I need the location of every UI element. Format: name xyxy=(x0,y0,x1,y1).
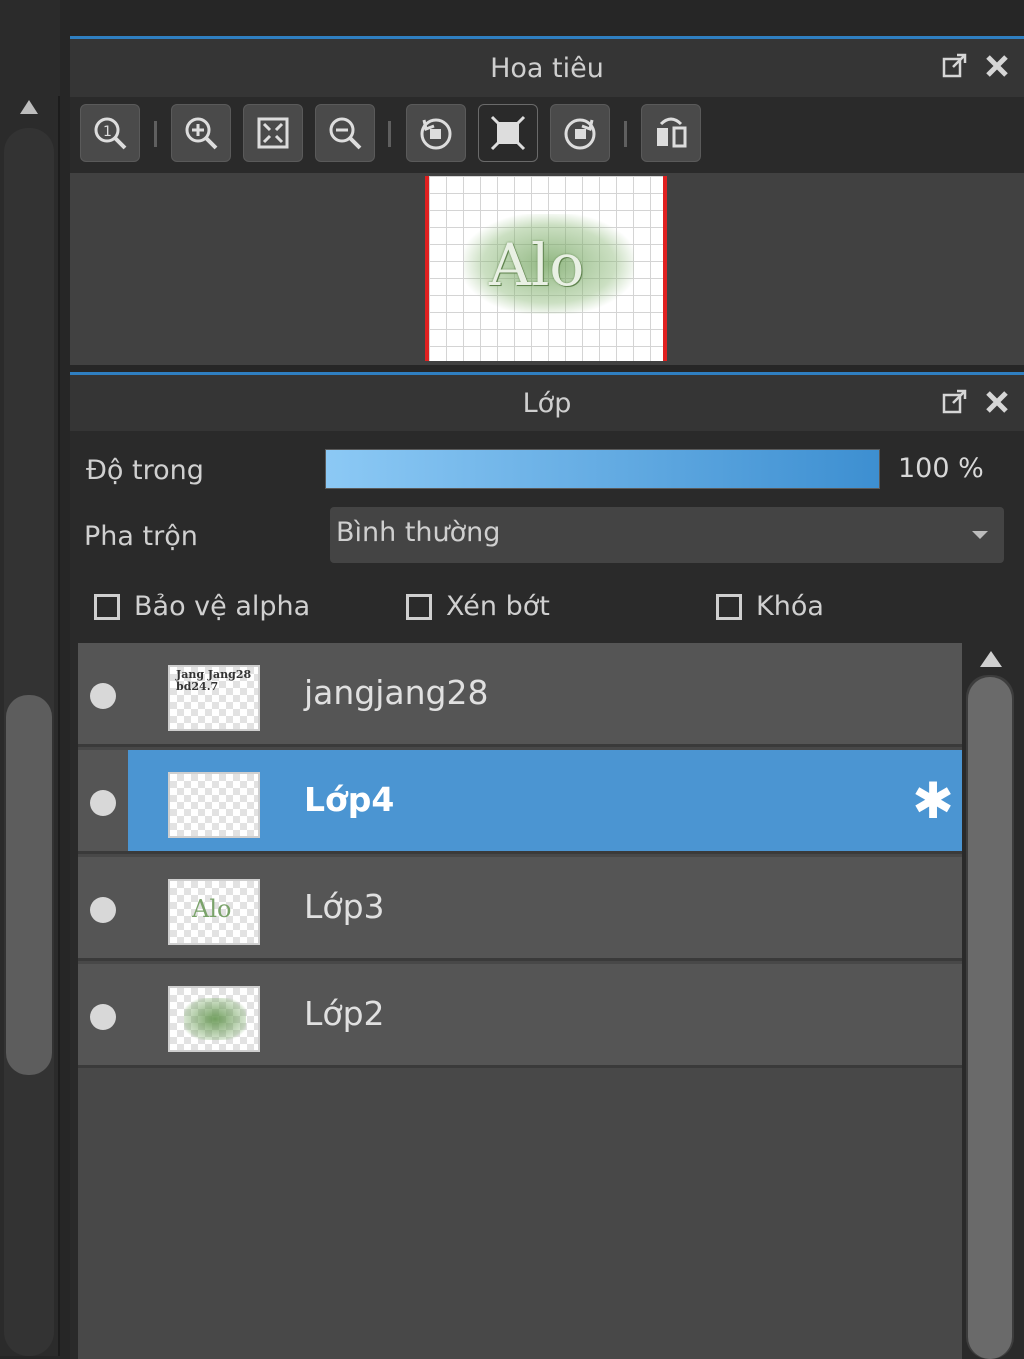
blend-mode-label: Pha trộn xyxy=(84,521,198,552)
checkbox-icon[interactable] xyxy=(716,593,742,620)
layer-list-scrollbar-thumb[interactable] xyxy=(968,677,1012,1359)
layer-thumbnail-artwork xyxy=(184,998,246,1040)
layer-name: Lớp4 xyxy=(304,780,395,819)
layer-thumbnail-text: Jang Jang28 bd24.7 xyxy=(176,668,252,693)
rotate-left-icon[interactable] xyxy=(406,104,466,162)
layer-thumbnail: Alo xyxy=(168,879,260,945)
canvas-preview[interactable]: Alo xyxy=(425,176,667,361)
clipping-label: Xén bớt xyxy=(446,591,550,622)
navigator-preview-area[interactable]: Alo xyxy=(70,176,1024,365)
visibility-dot-icon[interactable] xyxy=(90,683,116,709)
popout-icon[interactable] xyxy=(940,387,970,417)
layer-row[interactable]: Jang Jang28 bd24.7 jangjang28 xyxy=(78,643,962,747)
lock-checkbox[interactable]: Khóa xyxy=(716,591,824,622)
visibility-dot-icon[interactable] xyxy=(90,897,116,923)
zoom-in-icon[interactable] xyxy=(171,104,231,162)
layers-panel: Lớp Độ trong 100 % Pha trộn Bình thường … xyxy=(70,372,1024,1359)
visibility-dot-icon[interactable] xyxy=(90,790,116,816)
zoom-actual-icon[interactable]: 1 xyxy=(80,104,140,162)
popout-icon[interactable] xyxy=(940,51,970,81)
blend-mode-value: Bình thường xyxy=(336,517,501,548)
protect-alpha-checkbox[interactable]: Bảo vệ alpha xyxy=(94,591,310,622)
checkbox-icon[interactable] xyxy=(94,593,120,620)
navigator-toolbar: 1 xyxy=(70,97,1024,173)
layer-row-selected[interactable]: Lớp4 ✱ xyxy=(78,750,962,854)
lock-label: Khóa xyxy=(756,591,824,622)
navigator-header: Hoa tiêu xyxy=(70,39,1024,97)
checkbox-icon[interactable] xyxy=(406,593,432,620)
toolbar-separator xyxy=(624,121,627,147)
rotate-right-icon[interactable] xyxy=(550,104,610,162)
visibility-dot-icon[interactable] xyxy=(90,1004,116,1030)
fit-window-icon[interactable] xyxy=(243,104,303,162)
navigator-title: Hoa tiêu xyxy=(490,52,604,84)
layer-thumbnail-text: Alo xyxy=(192,895,232,923)
preview-artwork-text: Alo xyxy=(489,231,585,299)
opacity-slider[interactable] xyxy=(325,449,880,489)
scroll-up-arrow-icon[interactable] xyxy=(980,651,1002,667)
scroll-up-arrow-icon[interactable] xyxy=(20,100,38,114)
opacity-value: 100 % xyxy=(898,453,984,484)
fit-screen-icon[interactable] xyxy=(478,104,538,162)
svg-text:1: 1 xyxy=(103,124,112,140)
close-icon[interactable] xyxy=(982,51,1012,81)
layers-title: Lớp xyxy=(522,387,572,419)
toolbar-separator xyxy=(154,121,157,147)
layer-list: Jang Jang28 bd24.7 jangjang28 Lớp4 ✱ Alo… xyxy=(78,643,962,1359)
layers-header: Lớp xyxy=(70,375,1024,431)
layer-name: Lớp3 xyxy=(304,887,385,926)
gear-icon[interactable]: ✱ xyxy=(912,776,954,826)
layer-name: Lớp2 xyxy=(304,994,385,1033)
dock-divider xyxy=(58,96,60,1356)
layer-thumbnail xyxy=(168,772,260,838)
opacity-label: Độ trong xyxy=(86,455,204,486)
blend-mode-select[interactable]: Bình thường xyxy=(330,507,1004,563)
layer-row[interactable]: Lớp2 xyxy=(78,964,962,1068)
navigator-panel: Hoa tiêu 1 Alo xyxy=(70,36,1024,365)
layer-row[interactable]: Alo Lớp3 xyxy=(78,857,962,961)
left-scrollbar-thumb[interactable] xyxy=(6,695,52,1075)
toolbar-separator xyxy=(388,121,391,147)
zoom-out-icon[interactable] xyxy=(315,104,375,162)
chevron-down-icon xyxy=(972,531,988,539)
flip-horizontal-icon[interactable] xyxy=(641,104,701,162)
layer-name: jangjang28 xyxy=(304,673,489,712)
protect-alpha-label: Bảo vệ alpha xyxy=(134,591,311,622)
close-icon[interactable] xyxy=(982,387,1012,417)
layer-thumbnail: Jang Jang28 bd24.7 xyxy=(168,665,260,731)
layer-thumbnail xyxy=(168,986,260,1052)
clipping-checkbox[interactable]: Xén bớt xyxy=(406,591,550,622)
opacity-slider-fill xyxy=(326,450,879,488)
